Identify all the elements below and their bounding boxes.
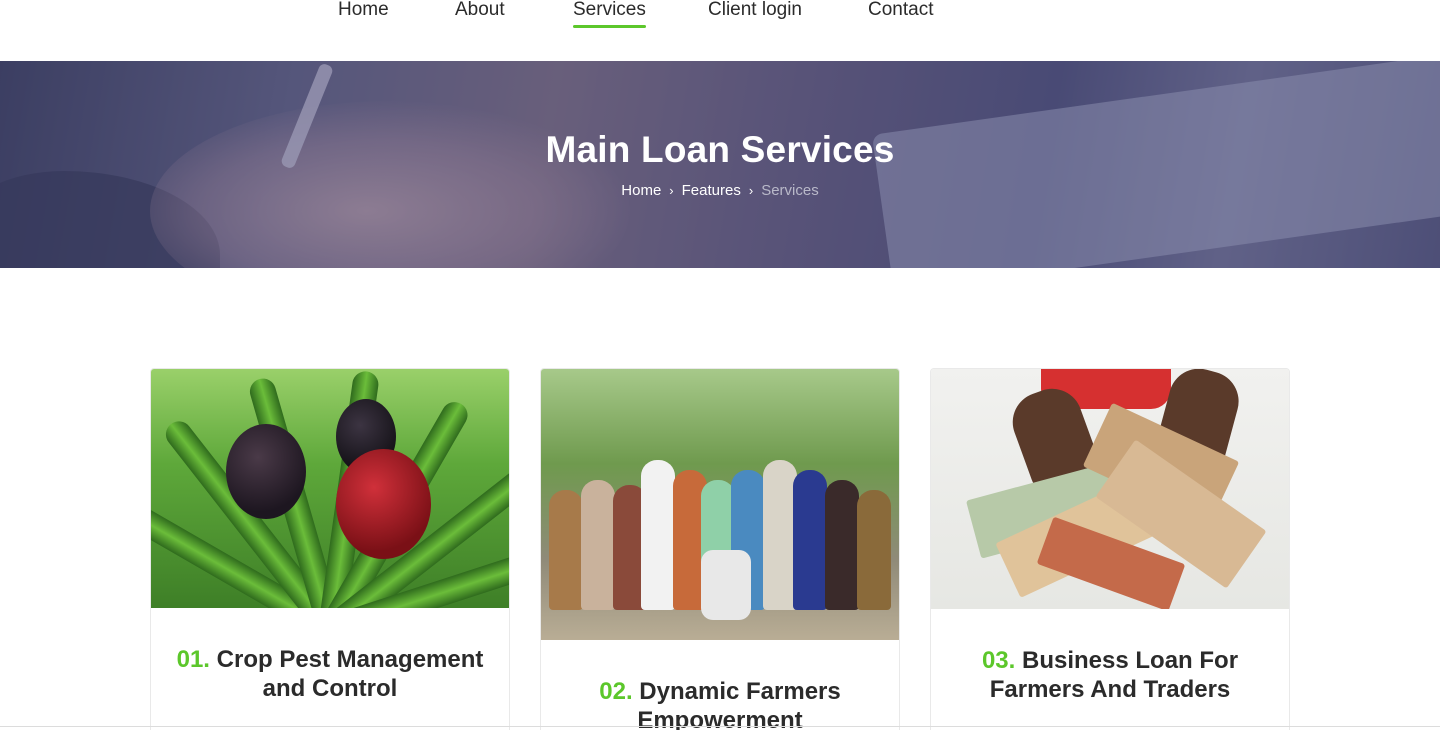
nav-client-login-link[interactable]: Client login	[708, 0, 802, 23]
nav-contact-link[interactable]: Contact	[868, 0, 933, 23]
service-image-farmers-group	[541, 369, 899, 640]
divider	[0, 726, 1440, 727]
breadcrumb-home-link[interactable]: Home	[621, 182, 661, 199]
top-navigation: Home About Services Client login Contact	[0, 0, 1440, 61]
service-title[interactable]: 02. Dynamic Farmers Empowerment	[541, 677, 899, 730]
nav-services-link[interactable]: Services	[573, 0, 646, 28]
service-title[interactable]: 03. Business Loan For Farmers And Trader…	[931, 646, 1289, 704]
chevron-right-icon: ›	[669, 183, 674, 198]
nav-home-link[interactable]: Home	[338, 0, 389, 23]
service-card[interactable]: 03. Business Loan For Farmers And Trader…	[930, 368, 1290, 730]
nav-about-link[interactable]: About	[455, 0, 505, 23]
service-image-oil-palm	[151, 369, 509, 608]
chevron-right-icon: ›	[748, 183, 754, 198]
service-title[interactable]: 01. Crop Pest Management and Control	[151, 645, 509, 703]
page-title: Main Loan Services	[545, 129, 895, 170]
breadcrumb: Home › Features › Services	[0, 182, 1440, 199]
service-image-naira-notes	[931, 369, 1289, 609]
breadcrumb-features-link[interactable]: Features	[682, 182, 741, 199]
service-card[interactable]: 02. Dynamic Farmers Empowerment	[540, 368, 900, 730]
service-card[interactable]: 01. Crop Pest Management and Control	[150, 368, 510, 730]
breadcrumb-current: Services	[761, 182, 819, 199]
page-banner: Main Loan Services Home › Features › Service…	[0, 61, 1440, 268]
